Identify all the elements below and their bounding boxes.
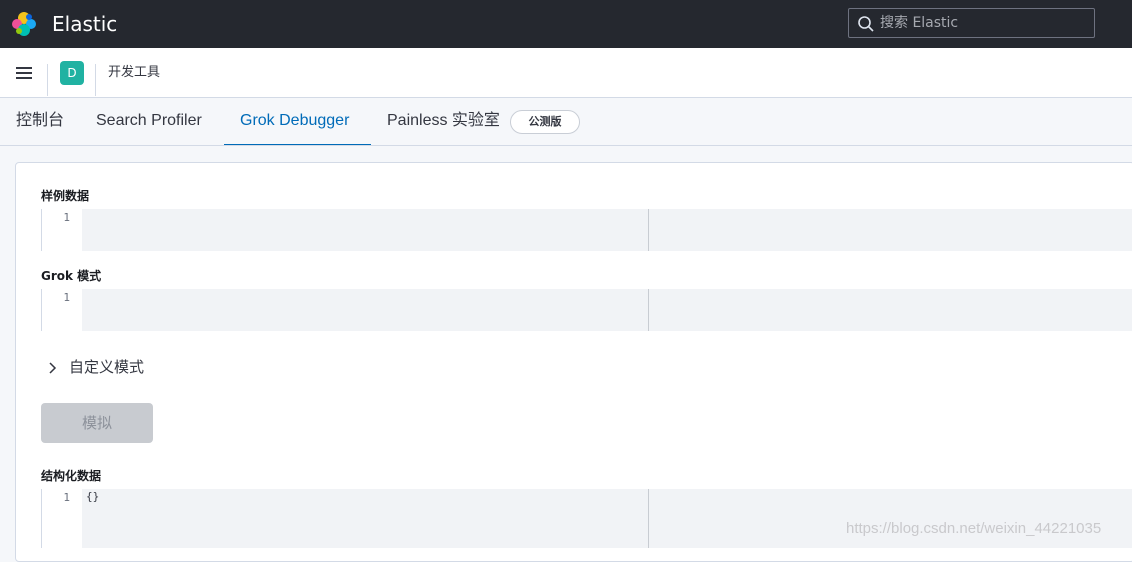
grok-pattern-editor[interactable]: 1 bbox=[41, 289, 1132, 331]
brand-title[interactable]: Elastic bbox=[52, 11, 117, 37]
divider bbox=[95, 64, 96, 96]
sample-data-code-area[interactable] bbox=[82, 209, 1132, 251]
divider bbox=[47, 64, 48, 96]
print-margin bbox=[648, 489, 649, 548]
structured-data-label: 结构化数据 bbox=[41, 469, 102, 483]
search-icon bbox=[858, 16, 874, 32]
print-margin bbox=[648, 209, 649, 251]
simulate-button[interactable]: 模拟 bbox=[41, 403, 153, 443]
search-placeholder: 搜索 Elastic bbox=[880, 15, 959, 31]
grok-pattern-code-area[interactable] bbox=[82, 289, 1132, 331]
tab-console[interactable]: 控制台 bbox=[16, 110, 64, 132]
grok-pattern-label: Grok 模式 bbox=[41, 269, 102, 283]
line-gutter: 1 bbox=[41, 489, 82, 548]
line-number: 1 bbox=[63, 491, 70, 504]
line-number: 1 bbox=[63, 291, 70, 304]
structured-data-value: {} bbox=[86, 490, 100, 503]
space-avatar[interactable]: D bbox=[60, 61, 84, 85]
top-header: Elastic 搜索 Elastic bbox=[0, 0, 1132, 48]
line-gutter: 1 bbox=[41, 289, 82, 331]
structured-data-editor[interactable]: 1 {} bbox=[41, 489, 1132, 548]
watermark: https://blog.csdn.net/weixin_44221035 bbox=[846, 520, 1102, 537]
sample-data-editor[interactable]: 1 bbox=[41, 209, 1132, 251]
breadcrumb-dev-tools[interactable]: 开发工具 bbox=[108, 64, 160, 82]
tabs-divider bbox=[0, 145, 1132, 146]
line-number: 1 bbox=[63, 211, 70, 224]
line-gutter: 1 bbox=[41, 209, 82, 251]
hamburger-menu-icon[interactable] bbox=[14, 64, 34, 80]
breadcrumb-bar bbox=[0, 48, 1132, 98]
custom-patterns-label: 自定义模式 bbox=[69, 358, 145, 376]
structured-data-code-area[interactable]: {} bbox=[82, 489, 1132, 548]
chevron-right-icon bbox=[49, 362, 57, 374]
tab-search-profiler[interactable]: Search Profiler bbox=[96, 110, 202, 132]
elastic-logo-icon[interactable] bbox=[11, 11, 37, 37]
beta-badge: 公测版 bbox=[510, 110, 580, 134]
print-margin bbox=[648, 289, 649, 331]
global-search-input[interactable]: 搜索 Elastic bbox=[848, 8, 1095, 38]
sample-data-label: 样例数据 bbox=[41, 189, 90, 203]
tab-painless-lab[interactable]: Painless 实验室 bbox=[387, 110, 500, 132]
tab-grok-debugger[interactable]: Grok Debugger bbox=[240, 110, 349, 132]
